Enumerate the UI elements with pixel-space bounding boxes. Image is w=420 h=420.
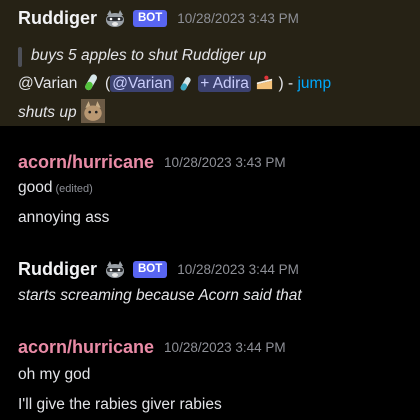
test-tube-emoji-icon (84, 74, 97, 91)
mention-adira[interactable]: + Adira (198, 75, 251, 92)
author-name[interactable]: Ruddiger (18, 8, 97, 29)
author-name[interactable]: acorn/hurricane (18, 152, 154, 173)
message-body: starts screaming because Acorn said that (18, 287, 302, 304)
body-text: shuts up (18, 104, 77, 121)
message-ruddiger-1: Ruddiger BOT 10/28/2023 3:43 PM buys 5 a… (0, 0, 420, 126)
timestamp[interactable]: 10/28/2023 3:44 PM (177, 262, 299, 277)
message-header: Ruddiger BOT 10/28/2023 3:44 PM (18, 259, 299, 280)
message-acorn-1: acorn/hurricane 10/28/2023 3:43 PM good(… (0, 140, 420, 240)
message-body: shuts up (18, 99, 105, 123)
reply-close: ) - (278, 75, 294, 92)
mention-varian[interactable]: @Varian (110, 75, 174, 92)
quote-bar (18, 47, 22, 67)
message-header: Ruddiger BOT 10/28/2023 3:43 PM (18, 8, 299, 29)
author-name[interactable]: acorn/hurricane (18, 337, 154, 358)
message-line: good (edited) (18, 179, 93, 197)
raccoon-emoji-icon (106, 260, 124, 278)
message-line: annoying ass (18, 209, 110, 226)
message-line: I'll give the rabies giver rabies (18, 396, 222, 413)
raccoon-emoji-icon (106, 9, 124, 27)
bot-badge: BOT (133, 261, 168, 278)
bot-badge: BOT (133, 10, 168, 27)
edited-label: (edited) (55, 183, 93, 195)
message-ruddiger-2: Ruddiger BOT 10/28/2023 3:44 PM starts s… (0, 250, 420, 330)
reply-line: @Varian (@Varian + Adira ) - jump (18, 73, 331, 93)
cat-sticker-icon (80, 99, 105, 123)
mention[interactable]: @Varian (18, 75, 77, 92)
author-name[interactable]: Ruddiger (18, 259, 97, 280)
jump-link[interactable]: jump (297, 75, 331, 92)
cake-emoji-icon (257, 75, 273, 90)
test-tube-emoji-icon (180, 77, 191, 91)
quote-text: buys 5 apples to shut Ruddiger up (31, 47, 267, 64)
timestamp[interactable]: 10/28/2023 3:43 PM (177, 11, 299, 26)
timestamp[interactable]: 10/28/2023 3:43 PM (164, 155, 286, 170)
message-acorn-2: acorn/hurricane 10/28/2023 3:44 PM oh my… (0, 330, 420, 420)
body-text: good (18, 179, 53, 196)
message-line: oh my god (18, 366, 91, 383)
message-header: acorn/hurricane 10/28/2023 3:43 PM (18, 152, 286, 173)
message-header: acorn/hurricane 10/28/2023 3:44 PM (18, 337, 286, 358)
timestamp[interactable]: 10/28/2023 3:44 PM (164, 340, 286, 355)
